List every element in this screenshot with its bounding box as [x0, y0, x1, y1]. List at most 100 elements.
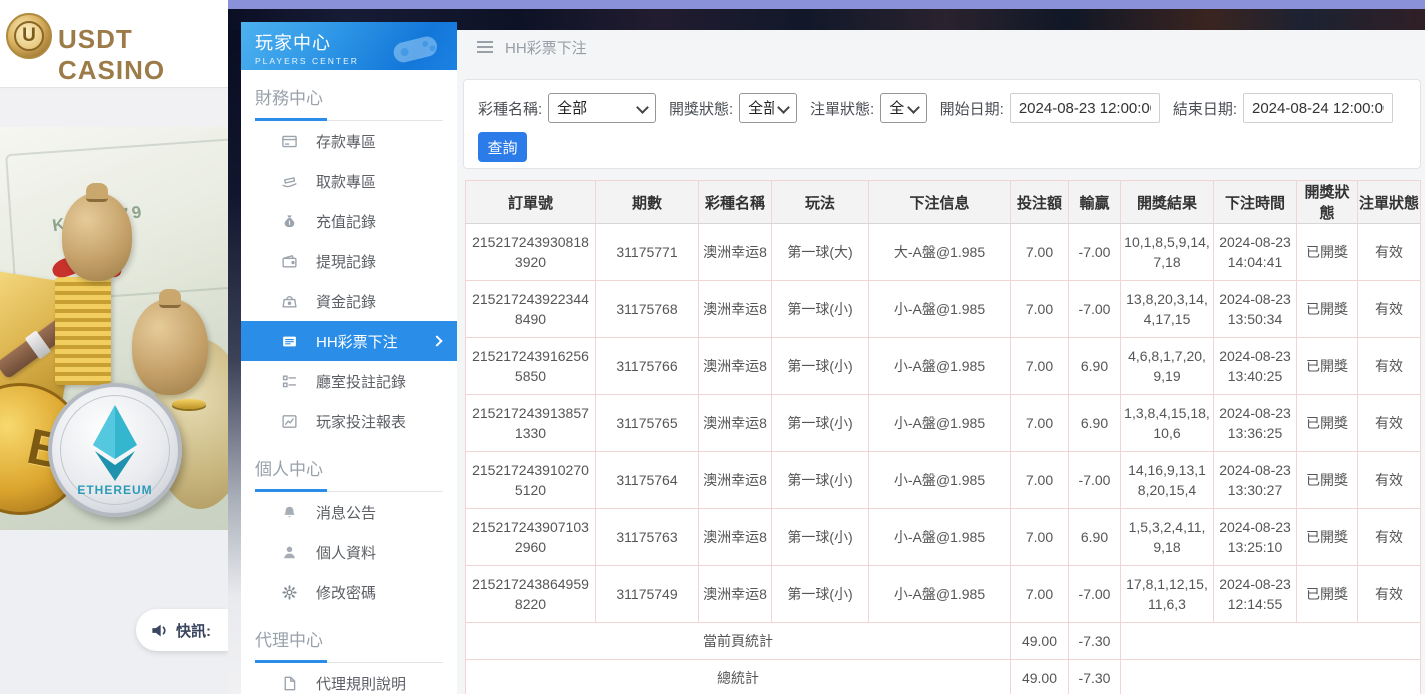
- table-cell: -7.00: [1069, 452, 1121, 509]
- table-row: 2152172439102705120 31175764 澳洲幸运8 第一球(小…: [466, 452, 1421, 509]
- summary-label: 總統計: [466, 660, 1011, 694]
- sidebar-item-label: 廳室投註記錄: [316, 371, 406, 392]
- section-finance: 財務中心: [241, 70, 457, 121]
- summary-bet-total: 49.00: [1011, 623, 1069, 660]
- table-cell: -7.00: [1069, 224, 1121, 281]
- sidebar-item-label: 消息公告: [316, 502, 376, 523]
- sidebar-item-label: 取款專區: [316, 171, 376, 192]
- sidebar-item-label: 代理規則說明: [316, 673, 406, 694]
- table-cell: 澳洲幸运8: [699, 395, 772, 452]
- ethereum-icon: ETHEREUM: [48, 383, 182, 517]
- order-status-select[interactable]: 全部: [880, 93, 926, 123]
- sidebar-item-player-bet-report[interactable]: 玩家投注報表: [241, 401, 457, 441]
- ethereum-diamond-icon: [87, 403, 143, 483]
- table-cell: 2152172439308183920: [466, 224, 596, 281]
- top-purple-bar: [228, 0, 1425, 9]
- left-promo-panel: U USDT CASINO KB46279 B: [0, 0, 228, 694]
- draw-status-select[interactable]: 全部: [739, 93, 797, 123]
- grand-summary-row: 總統計 49.00 -7.30: [466, 660, 1421, 694]
- section-agent: 代理中心: [241, 612, 457, 663]
- bets-table: 訂單號 期數 彩種名稱 玩法 下注信息 投注額 輸贏 開獎結果 下注時間 開獎狀…: [465, 180, 1421, 694]
- summary-empty: [1121, 623, 1421, 660]
- wallet-icon: [281, 253, 298, 270]
- query-button[interactable]: 查詢: [478, 132, 527, 162]
- money-bag-icon: [132, 299, 208, 395]
- table-cell: 6.90: [1069, 338, 1121, 395]
- col-header: 開獎結果: [1121, 181, 1214, 224]
- sidebar-item-agent-rules[interactable]: 代理規則說明: [241, 663, 457, 694]
- bell-icon: [281, 504, 298, 521]
- start-date-input[interactable]: [1010, 93, 1160, 123]
- sidebar-item-room-bet-record[interactable]: 廳室投註記錄: [241, 361, 457, 401]
- sidebar-item-recharge-record[interactable]: 充值記錄: [241, 201, 457, 241]
- summary-winloss-total: -7.30: [1069, 660, 1121, 694]
- ethereum-label: ETHEREUM: [52, 483, 178, 497]
- sidebar-item-hh-lottery-bets[interactable]: HH彩票下注: [241, 321, 457, 361]
- col-header: 期數: [596, 181, 699, 224]
- draw-status-select-wrap: 全部: [739, 93, 797, 123]
- money-bag-icon: [62, 193, 132, 281]
- table-cell: 已開獎: [1297, 509, 1358, 566]
- table-cell: 31175763: [596, 509, 699, 566]
- report-chart-icon: [281, 413, 298, 430]
- col-header: 注單狀態: [1358, 181, 1421, 224]
- section-personal: 個人中心: [241, 441, 457, 492]
- table-cell: 7.00: [1011, 224, 1069, 281]
- lottery-name-select[interactable]: 全部: [548, 93, 656, 123]
- table-cell: 7.00: [1011, 395, 1069, 452]
- sidebar-item-deposit[interactable]: 存款專區: [241, 121, 457, 161]
- table-cell: 小-A盤@1.985: [869, 395, 1011, 452]
- sidebar-item-announcements[interactable]: 消息公告: [241, 492, 457, 532]
- table-cell: 6.90: [1069, 395, 1121, 452]
- sidebar-item-profile[interactable]: 個人資料: [241, 532, 457, 572]
- table-cell: 13,8,20,3,14,4,17,15: [1121, 281, 1214, 338]
- coin-pile-decoration: [172, 399, 206, 409]
- sidebar-item-withdrawal-record[interactable]: 提現記錄: [241, 241, 457, 281]
- sidebar-item-fund-record[interactable]: 資金記錄: [241, 281, 457, 321]
- col-header: 下注時間: [1214, 181, 1297, 224]
- section-title: 個人中心: [255, 455, 443, 480]
- money-bag-icon: [281, 213, 298, 230]
- ticker-label: 快訊:: [176, 620, 211, 641]
- table-cell: 已開獎: [1297, 281, 1358, 338]
- lottery-list-icon: [281, 333, 298, 350]
- table-cell: 1,3,8,4,15,18,10,6: [1121, 395, 1214, 452]
- table-cell: 有效: [1358, 452, 1421, 509]
- table-cell: 第一球(小): [772, 566, 869, 623]
- menu-toggle-icon[interactable]: [477, 41, 493, 53]
- sidebar-item-label: 玩家投注報表: [316, 411, 406, 432]
- table-cell: 2152172439102705120: [466, 452, 596, 509]
- filter-row: 彩種名稱: 全部 開獎狀態: 全部 注單狀態: 全部 開始日期: 結束日期:: [478, 93, 1406, 123]
- sidebar-item-change-password[interactable]: 修改密碼: [241, 572, 457, 612]
- news-ticker[interactable]: 快訊:: [136, 609, 228, 651]
- order-status-label: 注單狀態:: [810, 98, 874, 119]
- draw-status-label: 開獎狀態:: [669, 98, 733, 119]
- chevron-right-icon: [431, 335, 442, 346]
- deposit-card-icon: [281, 133, 298, 150]
- table-cell: -7.00: [1069, 281, 1121, 338]
- table-cell: 10,1,8,5,9,14,7,18: [1121, 224, 1214, 281]
- summary-label: 當前頁統計: [466, 623, 1011, 660]
- section-title: 代理中心: [255, 626, 443, 651]
- gear-icon: [281, 584, 298, 601]
- brand-logo[interactable]: U USDT CASINO: [0, 0, 228, 88]
- start-date-label: 開始日期:: [940, 98, 1004, 119]
- col-header: 開獎狀態: [1297, 181, 1358, 224]
- breadcrumb: HH彩票下注: [477, 37, 587, 57]
- table-cell: 有效: [1358, 281, 1421, 338]
- col-header: 彩種名稱: [699, 181, 772, 224]
- hand-money-icon: [281, 173, 298, 190]
- table-cell: 6.90: [1069, 509, 1121, 566]
- table-cell: 2152172439138571330: [466, 395, 596, 452]
- sidebar-item-label: 充值記錄: [316, 211, 376, 232]
- page-title: HH彩票下注: [505, 37, 587, 58]
- table-cell: 7.00: [1011, 452, 1069, 509]
- table-cell: 31175766: [596, 338, 699, 395]
- page: U USDT CASINO KB46279 B: [0, 0, 1425, 694]
- table-cell: 第一球(大): [772, 224, 869, 281]
- table-row: 2152172439308183920 31175771 澳洲幸运8 第一球(大…: [466, 224, 1421, 281]
- spacer: [0, 89, 228, 127]
- table-cell: 31175768: [596, 281, 699, 338]
- sidebar-item-withdraw[interactable]: 取款專區: [241, 161, 457, 201]
- end-date-input[interactable]: [1243, 93, 1393, 123]
